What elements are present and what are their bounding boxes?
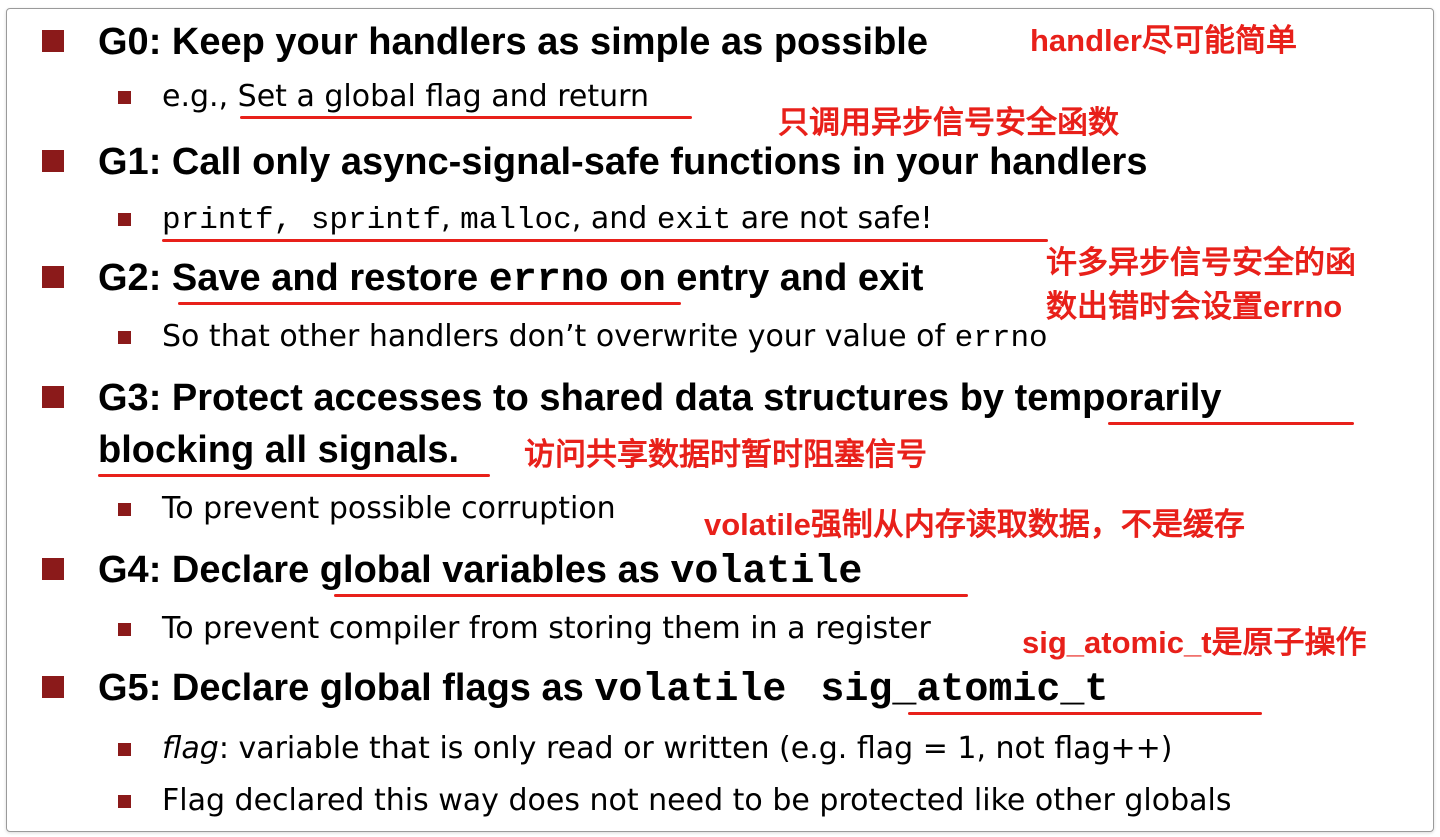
bullet-square-icon	[42, 558, 64, 580]
g4-underline	[334, 594, 968, 597]
g3-annotation: 访问共享数据时暂时阻塞信号	[524, 437, 927, 472]
g0-sub-emphasis: Set a global flag and return	[237, 79, 649, 114]
g1-code-malloc: malloc	[460, 203, 572, 238]
g1-annotation: 只调用异步信号安全函数	[778, 105, 1119, 140]
bullet-square-icon	[42, 266, 64, 288]
g3-emphasis-blocking: blocking all signals.	[98, 429, 460, 471]
g0-heading: G0: Keep your handlers as simple as poss…	[98, 21, 928, 63]
g3-underline-2	[98, 474, 490, 477]
g1-heading: G1: Call only async-signal-safe function…	[98, 141, 1148, 183]
g5-flag-term: flag	[162, 731, 219, 766]
bullet-square-icon	[42, 150, 64, 172]
g2-code-errno: errno	[488, 258, 609, 303]
sub-bullet-square-icon	[118, 91, 131, 104]
sub-bullet-square-icon	[118, 213, 131, 226]
g2-underline	[178, 302, 681, 305]
g5-code-volatile: volatile	[594, 668, 787, 713]
sub-bullet-square-icon	[118, 743, 131, 756]
sub-bullet-square-icon	[118, 503, 131, 516]
g5-annotation: sig_atomic_t是原子操作	[1022, 625, 1367, 660]
g0-annotation: handler尽可能简单	[1030, 23, 1297, 58]
g5-underline	[908, 712, 1262, 715]
bullet-square-icon	[42, 386, 64, 408]
g3-emphasis-temporarily: temporarily	[1014, 377, 1222, 419]
g0-sub-prefix: e.g.,	[162, 79, 238, 114]
sub-bullet-square-icon	[118, 331, 131, 344]
g5-code-sig-atomic-t: sig_atomic_t	[820, 668, 1109, 713]
g4-code-volatile: volatile	[670, 550, 863, 595]
g1-code-exit: exit	[656, 203, 732, 238]
g2-sub-code-errno: errno	[954, 321, 1048, 356]
g3-underline-1	[1108, 422, 1354, 425]
sub-bullet-square-icon	[118, 795, 131, 808]
g4-emphasis: global variables as	[319, 549, 671, 591]
g2-emphasis: Save and restore	[171, 257, 489, 299]
g0-underline	[240, 116, 692, 119]
g4-annotation: volatile强制从内存读取数据，不是缓存	[704, 507, 1245, 542]
g2-annotation-line2: 数出错时会设置errno	[1046, 289, 1343, 324]
bullet-square-icon	[42, 30, 64, 52]
g2-annotation-line1: 许多异步信号安全的函	[1046, 245, 1356, 280]
g1-code-printf: printf, sprintf	[162, 203, 442, 238]
sub-bullet-square-icon	[118, 623, 131, 636]
bullet-square-icon	[42, 676, 64, 698]
g1-underline	[162, 239, 1048, 242]
